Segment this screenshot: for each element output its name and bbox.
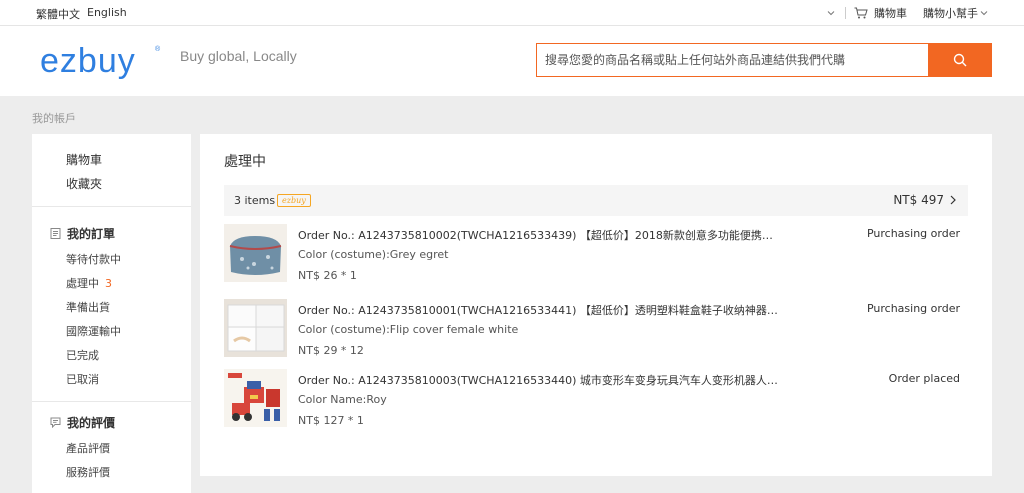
chevron-down-icon[interactable] [827,9,835,17]
sidebar-item-label: 國際運輸中 [66,325,121,338]
order-group-header[interactable]: 3 items ezbuy NT$ 497 [224,185,968,216]
order-status: Purchasing order [866,227,960,240]
search-input[interactable] [536,43,928,77]
order-row[interactable]: Order No.: A1243735810002(TWCHA121653343… [224,224,968,284]
sidebar-orders-heading[interactable]: 我的訂單 [50,221,191,245]
robot-toy-thumbnail[interactable] [224,369,287,427]
order-status: Purchasing order [866,302,960,315]
top-cart-label: 購物車 [874,7,907,20]
svg-text:®: ® [155,45,161,53]
order-attribute: Color (costume):Flip cover female white [298,323,519,336]
sidebar-reviews-heading[interactable]: 我的評價 [50,410,191,434]
header: ezbuy ® Buy global, Locally [0,26,1024,96]
sidebar-item-awaiting-payment[interactable]: 等待付款中 [50,247,191,271]
shoebox-thumbnail[interactable] [224,299,287,357]
sidebar-item-label: 等待付款中 [66,253,121,266]
order-attribute: Color Name:Roy [298,393,387,406]
sidebar-orders-group: 我的訂單 等待付款中 處理中 3 準備出貨 國際運輸中 已完成 已取消 [32,207,191,391]
order-attribute: Color (costume):Grey egret [298,248,449,261]
sidebar-item-label: 已取消 [66,373,99,386]
order-price: NT$ 127 * 1 [298,414,364,427]
sidebar-item-preparing-shipment[interactable]: 準備出貨 [50,295,191,319]
shopping-helper-menu[interactable]: 購物小幫手 [923,5,988,21]
sidebar-reviews-group: 我的評價 產品評價 服務評價 [32,402,191,484]
top-cart-link[interactable]: 購物車 [854,5,907,21]
search-button[interactable] [928,43,992,77]
sidebar-item-service-reviews[interactable]: 服務評價 [50,460,191,484]
sidebar-item-processing[interactable]: 處理中 3 [50,271,191,295]
lang-traditional-chinese[interactable]: 繁體中文 [36,6,80,22]
document-icon [50,227,61,239]
sidebar-reviews-heading-label: 我的評價 [67,415,116,430]
chevron-down-icon [980,11,988,16]
sidebar-item-label: 服務評價 [66,466,110,479]
lang-english[interactable]: English [87,6,127,19]
order-title[interactable]: Order No.: A1243735810001(TWCHA121653344… [298,302,778,318]
chevron-right-icon [950,195,956,205]
sidebar-item-completed[interactable]: 已完成 [50,343,191,367]
svg-text:ezbuy: ezbuy [40,42,136,80]
sidebar-item-international-shipping[interactable]: 國際運輸中 [50,319,191,343]
sidebar-item-cancelled[interactable]: 已取消 [50,367,191,391]
page-title: 處理中 [224,154,266,170]
comment-icon [50,417,61,428]
top-bar: 繁體中文 English 購物車 購物小幫手 [0,0,1024,26]
sidebar-item-label: 產品評價 [66,442,110,455]
search-bar [536,43,992,77]
sidebar-item-label: 準備出貨 [66,301,110,314]
sidebar-item-cart[interactable]: 購物車 [66,148,191,172]
shopping-helper-label: 購物小幫手 [923,7,978,20]
sidebar-item-label: 已完成 [66,349,99,362]
order-total-value: NT$ 497 [893,193,944,207]
sidebar-item-label: 處理中 [66,277,99,290]
sidebar-orders-heading-label: 我的訂單 [67,226,116,241]
bag-thumbnail[interactable] [224,224,287,282]
slogan: Buy global, Locally [180,48,297,64]
order-total[interactable]: NT$ 497 [893,193,956,207]
items-count: 3 items [234,194,276,207]
sidebar-item-favorites[interactable]: 收藏夾 [66,172,191,196]
order-price: NT$ 29 * 12 [298,344,364,357]
ezbuy-logo[interactable]: ezbuy ® [40,42,166,82]
order-row[interactable]: Order No.: A1243735810001(TWCHA121653344… [224,299,968,359]
main-panel: 處理中 3 items ezbuy NT$ 497 Order No.: A12… [200,134,992,476]
sidebar: 購物車 收藏夾 我的訂單 等待付款中 處理中 3 準備出貨 國際運輸中 已完成 已… [32,134,191,493]
source-tag: ezbuy [277,194,311,207]
order-status: Order placed [888,372,960,385]
divider [845,7,846,19]
sidebar-top-links: 購物車 收藏夾 [32,134,191,207]
order-title[interactable]: Order No.: A1243735810002(TWCHA121653343… [298,227,778,243]
order-price: NT$ 26 * 1 [298,269,357,282]
order-title[interactable]: Order No.: A1243735810003(TWCHA121653344… [298,372,778,388]
search-icon [953,53,967,67]
sidebar-item-product-reviews[interactable]: 產品評價 [50,436,191,460]
breadcrumb[interactable]: 我的帳戶 [32,110,76,126]
order-row[interactable]: Order No.: A1243735810003(TWCHA121653344… [224,369,968,429]
cart-icon [854,7,868,19]
count-badge: 3 [105,276,112,290]
top-right-nav: 購物車 購物小幫手 [827,5,988,21]
